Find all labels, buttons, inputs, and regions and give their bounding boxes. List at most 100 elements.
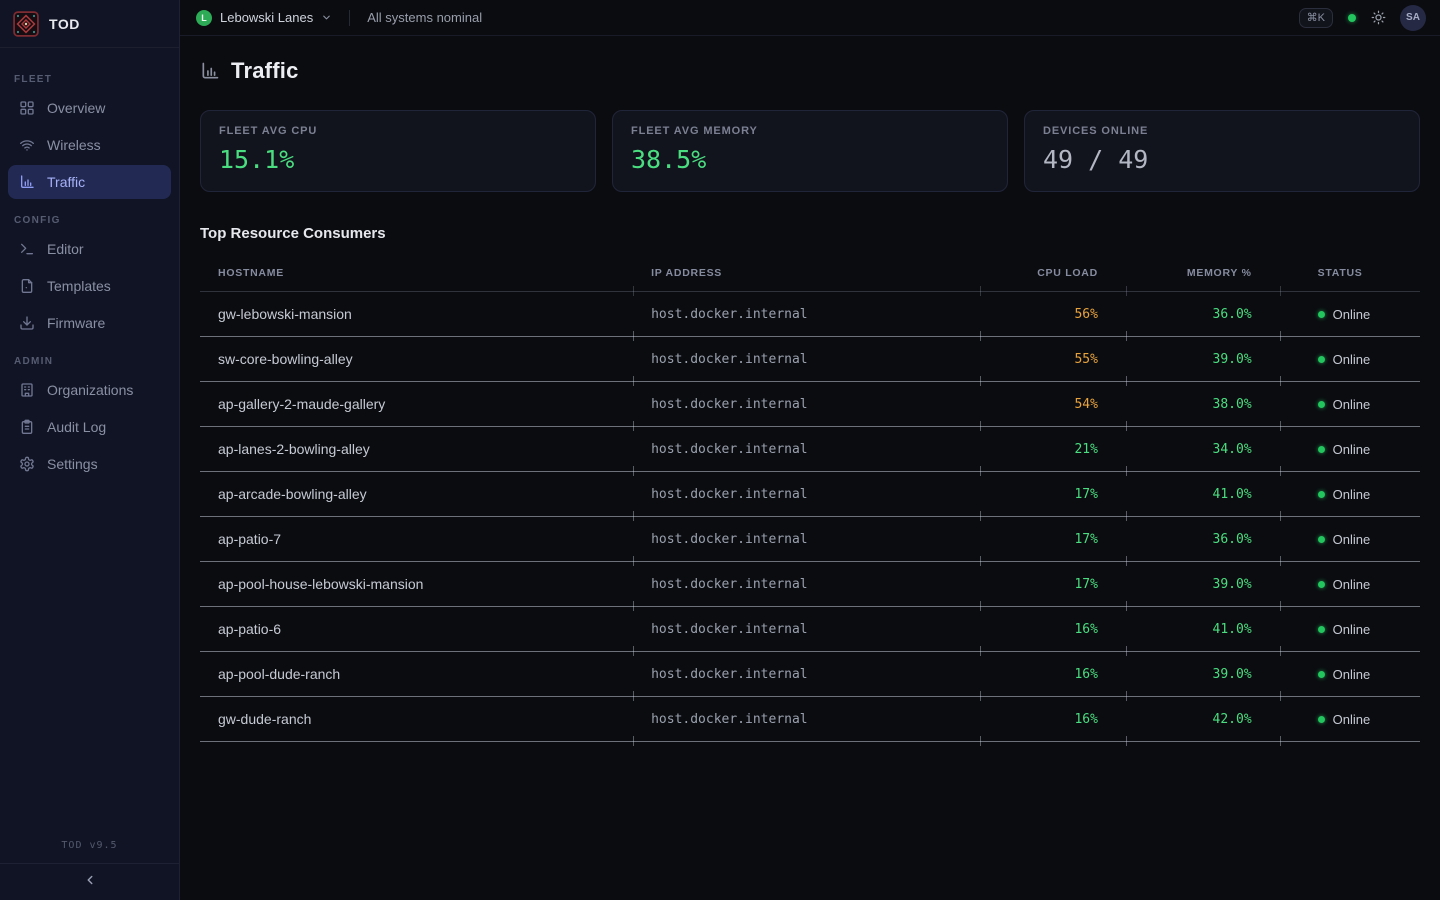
command-palette-shortcut[interactable]: ⌘K [1299, 8, 1333, 28]
cpu-load-cell: 17% [980, 562, 1126, 607]
online-status-dot [1318, 356, 1325, 363]
chevron-down-icon [321, 12, 332, 23]
status-label: Online [1333, 577, 1371, 592]
device-table: HOSTNAME IP ADDRESS CPU LOAD MEMORY % ST… [200, 255, 1420, 742]
ip-address-cell: host.docker.internal [633, 517, 979, 562]
sidebar-item-firmware[interactable]: Firmware [8, 306, 171, 340]
ip-address-cell: host.docker.internal [633, 607, 979, 652]
online-status-dot [1318, 716, 1325, 723]
sidebar-item-settings[interactable]: Settings [8, 447, 171, 481]
stat-label: DEVICES ONLINE [1043, 125, 1401, 137]
online-status-dot [1318, 626, 1325, 633]
sidebar-item-label: Editor [47, 241, 84, 257]
memory-cell: 38.0% [1126, 382, 1280, 427]
sidebar-item-label: Overview [47, 100, 105, 116]
ip-address-cell: host.docker.internal [633, 382, 979, 427]
hostname-cell: ap-pool-dude-ranch [200, 652, 633, 697]
cpu-load-cell: 55% [980, 337, 1126, 382]
bar-chart-icon [200, 61, 220, 81]
main-area: L Lebowski Lanes All systems nominal ⌘K … [180, 0, 1440, 900]
sidebar-item-wireless[interactable]: Wireless [8, 128, 171, 162]
status-cell: Online [1280, 472, 1420, 517]
ip-address-cell: host.docker.internal [633, 337, 979, 382]
cpu-load-cell: 17% [980, 472, 1126, 517]
sidebar-item-label: Templates [47, 278, 111, 294]
sidebar-item-label: Firmware [47, 315, 105, 331]
user-avatar[interactable]: SA [1400, 5, 1426, 31]
sidebar-item-templates[interactable]: Templates [8, 269, 171, 303]
stat-card-fleet-avg-cpu: FLEET AVG CPU 15.1% [200, 110, 596, 192]
ip-address-cell: host.docker.internal [633, 697, 979, 742]
org-name: Lebowski Lanes [220, 10, 313, 25]
ip-address-cell: host.docker.internal [633, 427, 979, 472]
status-label: Online [1333, 712, 1371, 727]
hostname-cell: ap-pool-house-lebowski-mansion [200, 562, 633, 607]
topbar-divider [349, 10, 350, 26]
system-status-message: All systems nominal [367, 10, 482, 25]
ip-address-cell: host.docker.internal [633, 652, 979, 697]
online-status-dot [1318, 311, 1325, 318]
stat-card-devices-online: DEVICES ONLINE 49 / 49 [1024, 110, 1420, 192]
topbar: L Lebowski Lanes All systems nominal ⌘K … [180, 0, 1440, 36]
cpu-load-cell: 16% [980, 697, 1126, 742]
cpu-load-cell: 21% [980, 427, 1126, 472]
status-cell: Online [1280, 562, 1420, 607]
online-status-dot [1318, 536, 1325, 543]
memory-cell: 41.0% [1126, 607, 1280, 652]
stat-card-fleet-avg-memory: FLEET AVG MEMORY 38.5% [612, 110, 1008, 192]
sidebar-section-config: CONFIG [14, 215, 165, 226]
table-row: ap-pool-house-lebowski-mansionhost.docke… [200, 562, 1420, 607]
status-cell: Online [1280, 427, 1420, 472]
cpu-load-cell: 54% [980, 382, 1126, 427]
memory-cell: 42.0% [1126, 697, 1280, 742]
sidebar-collapse-button[interactable] [0, 863, 179, 900]
column-header-cpu-load: CPU LOAD [980, 255, 1126, 292]
stat-label: FLEET AVG MEMORY [631, 125, 989, 137]
sidebar-item-label: Traffic [47, 174, 85, 190]
sidebar-item-traffic[interactable]: Traffic [8, 165, 171, 199]
hostname-cell: gw-dude-ranch [200, 697, 633, 742]
ip-address-cell: host.docker.internal [633, 472, 979, 517]
stat-label: FLEET AVG CPU [219, 125, 577, 137]
stat-value: 15.1% [219, 145, 577, 174]
hostname-cell: ap-arcade-bowling-alley [200, 472, 633, 517]
chevron-left-icon [83, 873, 97, 892]
memory-cell: 41.0% [1126, 472, 1280, 517]
sidebar-item-label: Wireless [47, 137, 101, 153]
sun-icon[interactable] [1371, 10, 1386, 25]
table-row: ap-arcade-bowling-alleyhost.docker.inter… [200, 472, 1420, 517]
status-label: Online [1333, 352, 1371, 367]
status-cell: Online [1280, 697, 1420, 742]
sidebar-item-editor[interactable]: Editor [8, 232, 171, 266]
org-switcher[interactable]: L Lebowski Lanes [196, 10, 332, 26]
app-home[interactable]: TOD [0, 0, 179, 48]
table-row: gw-lebowski-mansionhost.docker.internal5… [200, 292, 1420, 337]
table-row: ap-gallery-2-maude-galleryhost.docker.in… [200, 382, 1420, 427]
sidebar-item-overview[interactable]: Overview [8, 91, 171, 125]
bar-chart-icon [19, 174, 35, 190]
sidebar-item-organizations[interactable]: Organizations [8, 373, 171, 407]
online-status-dot [1318, 491, 1325, 498]
building-icon [19, 382, 35, 398]
wifi-icon [19, 137, 35, 153]
app-version: TOD v9.5 [0, 830, 179, 863]
hostname-cell: ap-lanes-2-bowling-alley [200, 427, 633, 472]
clipboard-icon [19, 419, 35, 435]
page-content: Traffic FLEET AVG CPU 15.1% FLEET AVG ME… [180, 36, 1440, 900]
table-section-title: Top Resource Consumers [200, 225, 1420, 242]
device-table-body: gw-lebowski-mansionhost.docker.internal5… [200, 292, 1420, 742]
hostname-cell: sw-core-bowling-alley [200, 337, 633, 382]
hostname-cell: ap-patio-7 [200, 517, 633, 562]
ip-address-cell: host.docker.internal [633, 292, 979, 337]
online-status-dot [1318, 671, 1325, 678]
status-label: Online [1333, 622, 1371, 637]
file-icon [19, 278, 35, 294]
sidebar-item-audit-log[interactable]: Audit Log [8, 410, 171, 444]
column-header-ip-address: IP ADDRESS [633, 255, 979, 292]
terminal-icon [19, 241, 35, 257]
sidebar-section-fleet: FLEET [14, 74, 165, 85]
sidebar-item-label: Organizations [47, 382, 133, 398]
sidebar-item-label: Audit Log [47, 419, 106, 435]
download-icon [19, 315, 35, 331]
status-cell: Online [1280, 517, 1420, 562]
